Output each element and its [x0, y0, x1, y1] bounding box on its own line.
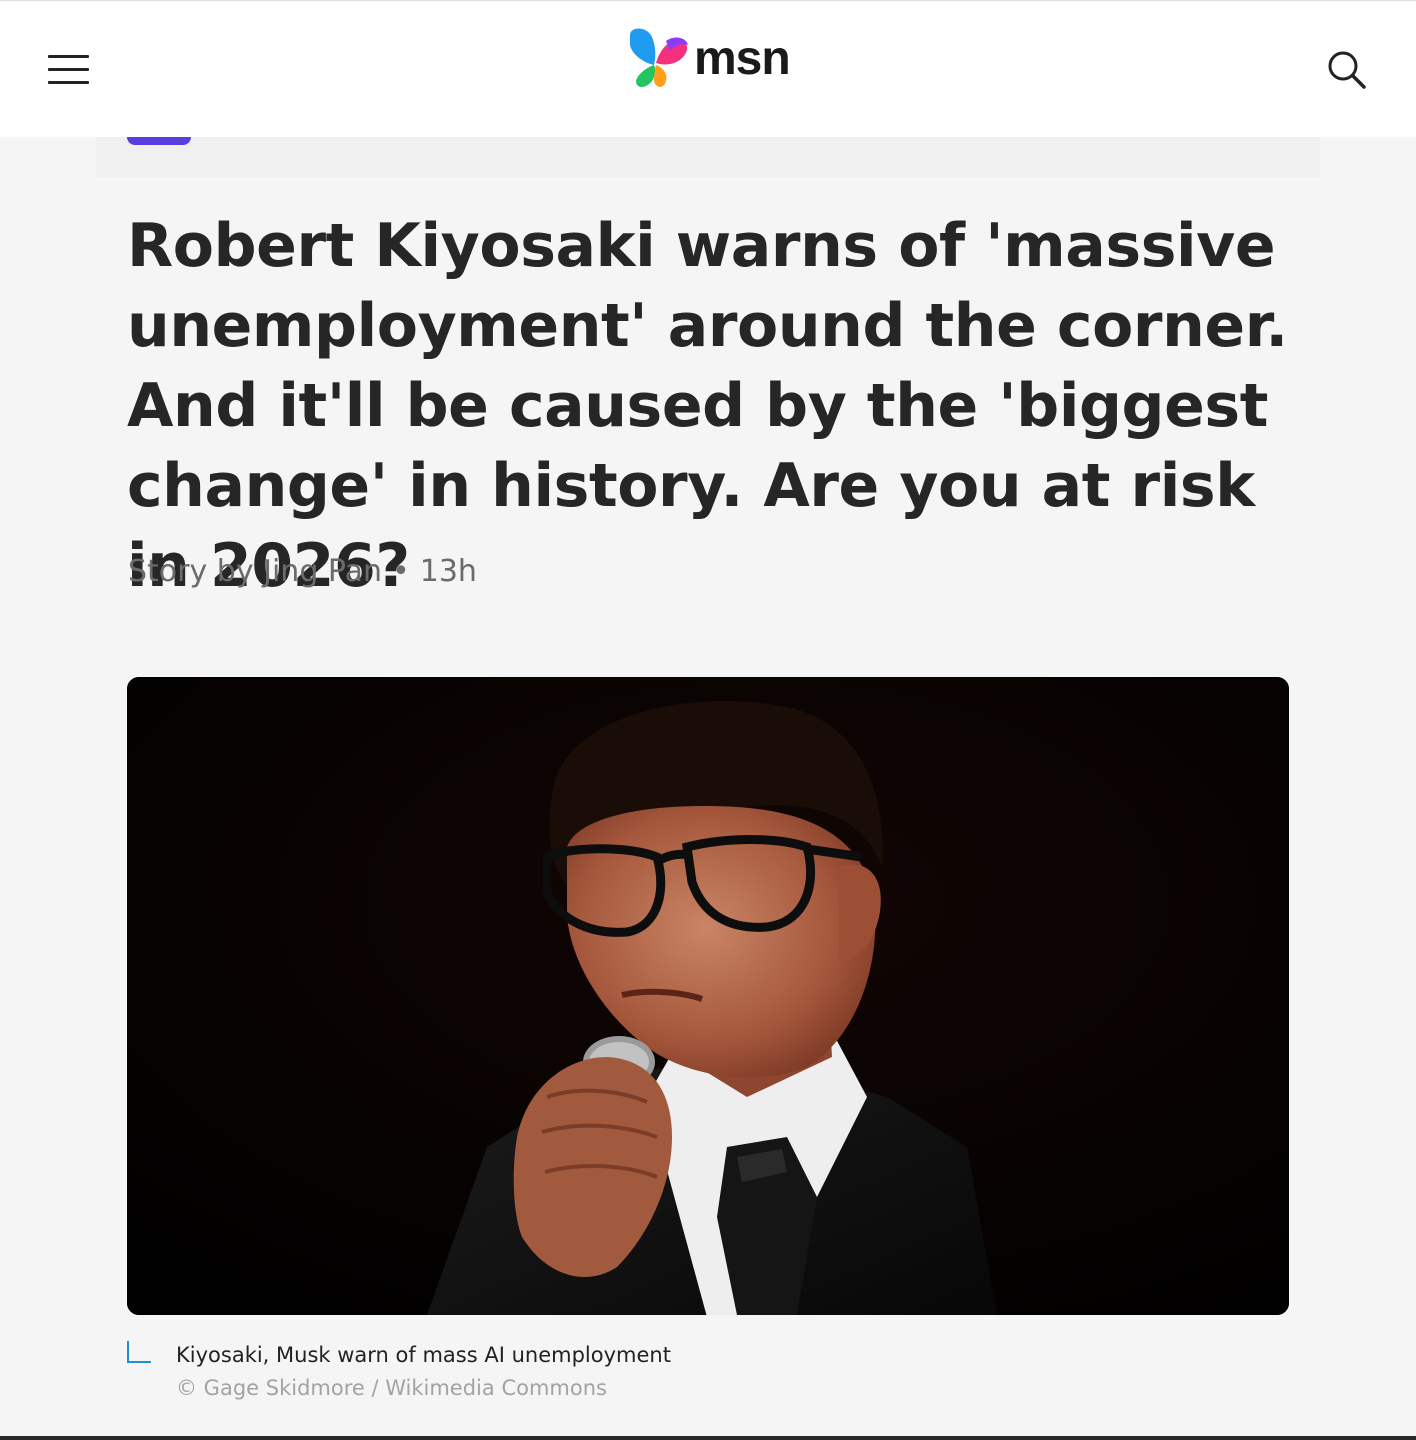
article-byline: Story by Jing Pan • 13h	[128, 554, 477, 589]
hamburger-menu-icon[interactable]	[48, 53, 89, 86]
search-icon[interactable]	[1326, 49, 1368, 91]
msn-butterfly-icon	[630, 28, 688, 87]
top-navigation-bar: msn	[0, 0, 1416, 137]
image-credit: © Gage Skidmore / Wikimedia Commons	[176, 1376, 607, 1400]
hero-image[interactable]	[127, 677, 1289, 1315]
hero-photo	[127, 677, 1289, 1315]
category-strip	[96, 133, 1320, 177]
bottom-divider	[0, 1436, 1416, 1440]
article-headline: Robert Kiyosaki warns of 'massive unempl…	[127, 211, 1288, 601]
msn-wordmark: msn	[694, 32, 791, 85]
caption-marker	[127, 1341, 151, 1363]
image-caption: Kiyosaki, Musk warn of mass AI unemploym…	[176, 1343, 671, 1367]
byline-time: 13h	[419, 554, 477, 589]
msn-logo[interactable]: msn	[626, 27, 796, 91]
byline-author[interactable]: Story by Jing Pan	[128, 554, 382, 589]
byline-separator: •	[392, 554, 410, 589]
